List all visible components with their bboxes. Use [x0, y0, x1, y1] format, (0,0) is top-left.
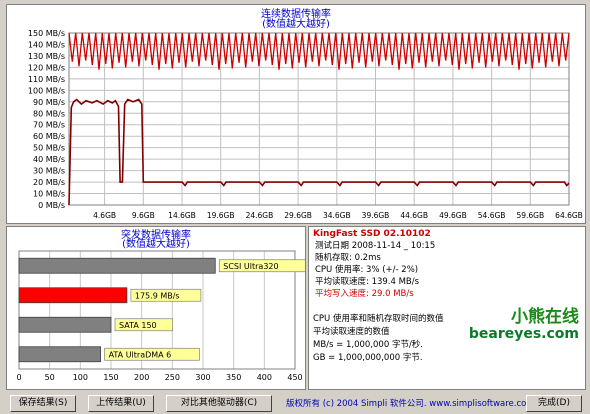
burst-bar: [18, 257, 216, 274]
benchmark-window: 连续数据传输率 (数值越大越好) 0 MB/s 10 MB/s 20 MB/s 30 …: [0, 0, 590, 414]
x-tick-label: 200: [134, 373, 149, 382]
x-tick-label: 49.6GB: [439, 211, 467, 220]
x-tick-label: 44.6GB: [400, 211, 428, 220]
y-tick-label: 10 MB/s: [33, 190, 65, 199]
save-results-button[interactable]: 保存结果(S): [10, 395, 76, 412]
x-tick-label: 14.6GB: [168, 211, 196, 220]
x-tick-label: 300: [195, 373, 210, 382]
x-tick-label: 0: [16, 373, 21, 382]
y-tick-label: 100 MB/s: [28, 86, 65, 95]
x-tick-label: 9.6GB: [132, 211, 155, 220]
burst-bar: [18, 287, 128, 304]
y-tick-label: 80 MB/s: [33, 109, 65, 118]
y-tick-label: 70 MB/s: [33, 121, 65, 130]
x-tick-label: 19.6GB: [207, 211, 235, 220]
info-avg-read: 平均读取速度: 139.4 MB/s: [315, 277, 420, 287]
burst-transfer-chart: 0 50 100 150 200 250 300 350 400 450 SCSI Ultra320…: [16, 250, 305, 382]
y-tick-label: 110 MB/s: [28, 75, 65, 84]
y-tick-label: 130 MB/s: [28, 52, 65, 61]
x-tick-label: 24.6GB: [246, 211, 274, 220]
x-tick-label: 450: [287, 373, 302, 382]
watermark-line1: 小熊在线: [511, 307, 579, 327]
compare-drives-button[interactable]: 对比其他驱动器(C): [166, 395, 272, 412]
bar-label: SATA 150: [119, 321, 157, 330]
y-tick-label: 90 MB/s: [33, 98, 65, 107]
read-series-line: [68, 32, 570, 70]
info-avg-write: 平均写入速度: 29.0 MB/s: [315, 289, 414, 299]
bar-label: 175.9 MB/s: [135, 291, 180, 300]
sequential-transfer-panel: 连续数据传输率 (数值越大越好) 0 MB/s 10 MB/s 20 MB/s 30 …: [6, 4, 586, 224]
info-test-date: 测试日期 2008-11-14 _ 10:15: [315, 241, 436, 251]
copyright-footer: 版权所有 (c) 2004 Simpli 软件公司. www.simplisof…: [286, 399, 535, 409]
y-tick-label: 50 MB/s: [33, 144, 65, 153]
burst-bar: [18, 346, 101, 363]
burst-bar: [18, 316, 112, 333]
bar-label: SCSI Ultra320: [223, 262, 278, 271]
y-tick-label: 60 MB/s: [33, 132, 65, 141]
x-tick-label: 39.6GB: [362, 211, 390, 220]
device-name: KingFast SSD 02.10102: [313, 229, 431, 239]
write-series-line: [68, 98, 570, 206]
x-tick-label: 64.6GB: [555, 211, 583, 220]
x-tick-label: 29.6GB: [284, 211, 312, 220]
sequential-transfer-chart: 0 MB/s 10 MB/s 20 MB/s 30 MB/s 40 MB/s 50 MB/…: [28, 29, 583, 220]
x-tick-label: 54.6GB: [478, 211, 506, 220]
y-tick-label: 120 MB/s: [28, 63, 65, 72]
note-line: GB = 1,000,000,000 字节.: [313, 353, 423, 363]
x-tick-label: 59.6GB: [516, 211, 544, 220]
info-panel: KingFast SSD 02.10102 测试日期 2008-11-14 _ …: [308, 226, 586, 390]
y-tick-label: 30 MB/s: [33, 167, 65, 176]
watermark: 小熊在线 beareyes.com: [469, 309, 579, 343]
upload-results-button[interactable]: 上传结果(U): [88, 395, 154, 412]
x-tick-label: 50: [45, 373, 55, 382]
y-tick-label: 40 MB/s: [33, 155, 65, 164]
info-random-access: 随机存取: 0.2ms: [315, 253, 381, 263]
burst-transfer-panel: 突发数据传输率 (数值越大越好) 0 50 100 150 200 250 300 350 40…: [6, 226, 306, 390]
y-tick-label: 20 MB/s: [33, 178, 65, 187]
y-tick-label: 0 MB/s: [38, 201, 65, 210]
x-tick-label: 100: [73, 373, 88, 382]
done-button[interactable]: 完成(D): [526, 395, 582, 412]
x-tick-label: 150: [103, 373, 118, 382]
watermark-line2: beareyes.com: [468, 326, 579, 342]
y-tick-label: 140 MB/s: [28, 40, 65, 49]
x-tick-label: 4.6GB: [93, 211, 116, 220]
y-tick-label: 150 MB/s: [28, 29, 65, 38]
info-cpu-usage: CPU 使用率: 3% (+/- 2%): [315, 265, 419, 275]
bar-label: ATA UltraDMA 6: [109, 350, 172, 359]
x-tick-label: 400: [257, 373, 272, 382]
x-tick-label: 34.6GB: [323, 211, 351, 220]
x-tick-label: 250: [165, 373, 180, 382]
x-tick-label: 350: [226, 373, 241, 382]
